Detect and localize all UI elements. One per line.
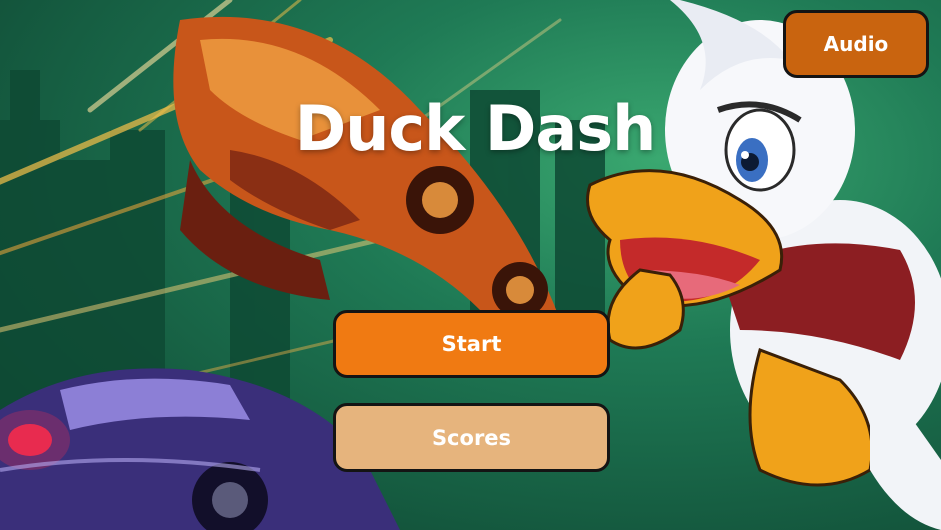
game-title: Duck Dash <box>294 92 657 165</box>
start-button[interactable]: Start <box>333 310 610 378</box>
title-screen: Duck Dash Audio Start Scores <box>0 0 941 530</box>
duck-character-illustration <box>586 0 941 530</box>
scores-button[interactable]: Scores <box>333 403 610 472</box>
audio-button[interactable]: Audio <box>783 10 929 78</box>
